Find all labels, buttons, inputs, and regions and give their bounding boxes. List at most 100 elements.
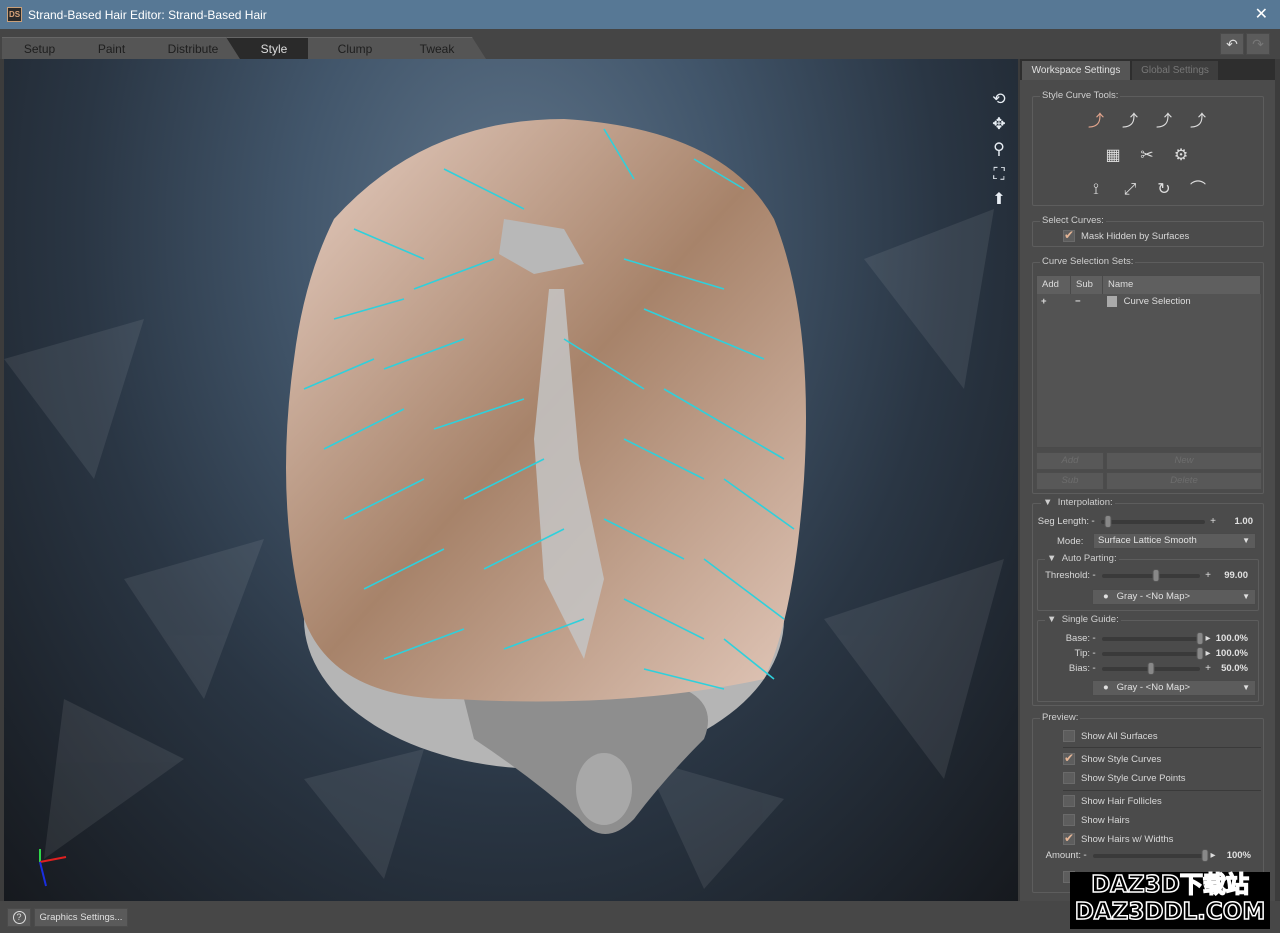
- 3d-viewport[interactable]: ⟲ ✥ ⚲ ⛶ ⬆: [4, 59, 1018, 901]
- undo-button[interactable]: ↶: [1220, 33, 1244, 55]
- slider-track[interactable]: [1102, 646, 1204, 660]
- graphics-settings-button[interactable]: Graphics Settings...: [34, 908, 128, 927]
- mode-select[interactable]: Surface Lattice Smooth ▼: [1093, 533, 1256, 549]
- sub-set-toggle[interactable]: −: [1071, 294, 1103, 310]
- seg-length-slider[interactable]: Seg Length: - + 1.00: [1037, 514, 1261, 528]
- select-root-tool-icon[interactable]: ⤴: [1113, 111, 1147, 133]
- tab-tweak[interactable]: Tweak: [388, 37, 486, 59]
- increment-icon[interactable]: ▸: [1209, 850, 1217, 861]
- add-set-button[interactable]: Add: [1036, 452, 1104, 470]
- tab-paint[interactable]: Paint: [63, 37, 160, 59]
- auto-parting-header[interactable]: ▼ Auto Parting:: [1045, 553, 1119, 564]
- slider-track[interactable]: [1101, 514, 1205, 528]
- select-curve-tool-icon[interactable]: ⤴: [1079, 111, 1113, 133]
- increment-icon[interactable]: ▸: [1204, 633, 1212, 644]
- pan-icon[interactable]: ✥: [988, 114, 1010, 136]
- increment-icon[interactable]: +: [1209, 516, 1217, 527]
- frame-icon[interactable]: ⛶: [988, 164, 1010, 186]
- orbit-icon[interactable]: ⟲: [988, 89, 1010, 111]
- tab-workspace-settings[interactable]: Workspace Settings: [1022, 61, 1130, 80]
- checkbox-icon[interactable]: [1063, 751, 1075, 765]
- set-name-cell: Curve Selection: [1103, 294, 1261, 310]
- base-slider[interactable]: Base: - ▸ 100.0%: [1040, 631, 1258, 645]
- slider-knob[interactable]: [1147, 661, 1155, 675]
- reset-view-icon[interactable]: ⬆: [988, 189, 1010, 211]
- show-all-surfaces-checkbox[interactable]: Show All Surfaces: [1063, 730, 1158, 742]
- move-tool-icon[interactable]: ⟟: [1079, 179, 1113, 201]
- checkbox-icon[interactable]: [1063, 228, 1075, 242]
- checkbox-icon[interactable]: [1063, 795, 1075, 807]
- checkbox-icon[interactable]: [1063, 772, 1075, 784]
- interpolation-header[interactable]: ▼ Interpolation:: [1041, 497, 1115, 508]
- axis-gizmo-icon: [39, 849, 67, 887]
- single-guide-group: ▼ Single Guide: Base: - ▸ 100.0% Tip: - …: [1037, 614, 1259, 702]
- curve-settings-tool-icon[interactable]: ⚙: [1164, 145, 1198, 167]
- tab-style[interactable]: Style: [226, 37, 322, 59]
- increment-icon[interactable]: +: [1204, 570, 1212, 581]
- divider: [1063, 747, 1261, 748]
- decrement-icon[interactable]: -: [1090, 570, 1098, 581]
- base-label: Base:: [1065, 633, 1090, 644]
- slider-knob[interactable]: [1196, 631, 1204, 645]
- rotate-tool-icon[interactable]: ↻: [1147, 179, 1181, 201]
- show-style-curves-checkbox[interactable]: Show Style Curves: [1063, 751, 1161, 765]
- slider-knob[interactable]: [1201, 848, 1209, 862]
- column-name[interactable]: Name: [1103, 276, 1261, 294]
- delete-set-button[interactable]: Delete: [1106, 472, 1262, 490]
- mask-hidden-checkbox[interactable]: Mask Hidden by Surfaces: [1063, 228, 1189, 242]
- scale-tool-icon[interactable]: ⤢: [1113, 179, 1147, 201]
- decrement-icon[interactable]: -: [1081, 850, 1089, 861]
- selection-sets-list[interactable]: Add Sub Name + − Curve Selection: [1036, 275, 1262, 448]
- slider-track[interactable]: [1102, 631, 1204, 645]
- slider-knob[interactable]: [1104, 514, 1112, 528]
- sub-set-button[interactable]: Sub: [1036, 472, 1104, 490]
- bias-slider[interactable]: Bias: - + 50.0%: [1040, 661, 1258, 675]
- show-style-curve-points-checkbox[interactable]: Show Style Curve Points: [1063, 772, 1186, 784]
- amount-slider[interactable]: Amount: - ▸ 100%: [1035, 848, 1261, 862]
- slider-track[interactable]: [1093, 848, 1209, 862]
- cut-tool-icon[interactable]: ✂: [1130, 145, 1164, 167]
- comb-tool-icon[interactable]: ▦: [1096, 145, 1130, 167]
- curve-selection-sets-label: Curve Selection Sets:: [1040, 256, 1136, 267]
- single-guide-header[interactable]: ▼ Single Guide:: [1045, 614, 1121, 625]
- single-guide-map-select[interactable]: ● Gray - <No Map> ▼: [1092, 680, 1256, 696]
- bend-tool-icon[interactable]: ⌒: [1181, 179, 1215, 201]
- show-hairs-widths-checkbox[interactable]: Show Hairs w/ Widths: [1063, 831, 1173, 845]
- decrement-icon[interactable]: -: [1090, 663, 1098, 674]
- redo-button[interactable]: ↷: [1246, 33, 1270, 55]
- selection-set-icon: [1107, 295, 1117, 307]
- tab-global-settings[interactable]: Global Settings: [1132, 61, 1218, 80]
- amount-label: Amount:: [1045, 850, 1081, 861]
- show-hairs-checkbox[interactable]: Show Hairs: [1063, 814, 1130, 826]
- checkbox-icon[interactable]: [1063, 730, 1075, 742]
- tip-slider[interactable]: Tip: - ▸ 100.0%: [1040, 646, 1258, 660]
- slider-knob[interactable]: [1152, 568, 1160, 582]
- auto-parting-map-select[interactable]: ● Gray - <No Map> ▼: [1092, 589, 1256, 605]
- increment-icon[interactable]: ▸: [1204, 648, 1212, 659]
- threshold-slider[interactable]: Threshold: - + 99.00: [1040, 568, 1258, 582]
- slider-track[interactable]: [1102, 568, 1200, 582]
- column-sub[interactable]: Sub: [1071, 276, 1103, 294]
- select-tip-tool-icon[interactable]: ⤴: [1147, 111, 1181, 133]
- column-add[interactable]: Add: [1037, 276, 1071, 294]
- add-set-toggle[interactable]: +: [1037, 294, 1071, 310]
- decrement-icon[interactable]: -: [1090, 648, 1098, 659]
- mode-value: Surface Lattice Smooth: [1098, 535, 1197, 546]
- checkbox-icon[interactable]: [1063, 814, 1075, 826]
- help-button[interactable]: ?: [7, 908, 31, 927]
- zoom-icon[interactable]: ⚲: [988, 139, 1010, 161]
- slider-knob[interactable]: [1196, 646, 1204, 660]
- show-hair-follicles-checkbox[interactable]: Show Hair Follicles: [1063, 795, 1162, 807]
- select-points-tool-icon[interactable]: ⤴: [1181, 111, 1215, 133]
- close-icon[interactable]: ✕: [1255, 4, 1268, 24]
- tab-clump[interactable]: Clump: [308, 37, 402, 59]
- checkbox-icon[interactable]: [1063, 831, 1075, 845]
- list-item[interactable]: + − Curve Selection: [1037, 294, 1261, 310]
- new-set-button[interactable]: New: [1106, 452, 1262, 470]
- increment-icon[interactable]: +: [1204, 663, 1212, 674]
- app-icon: DS: [7, 7, 22, 22]
- decrement-icon[interactable]: -: [1089, 516, 1097, 527]
- decrement-icon[interactable]: -: [1090, 633, 1098, 644]
- slider-track[interactable]: [1102, 661, 1200, 675]
- tab-distribute[interactable]: Distribute: [146, 37, 240, 59]
